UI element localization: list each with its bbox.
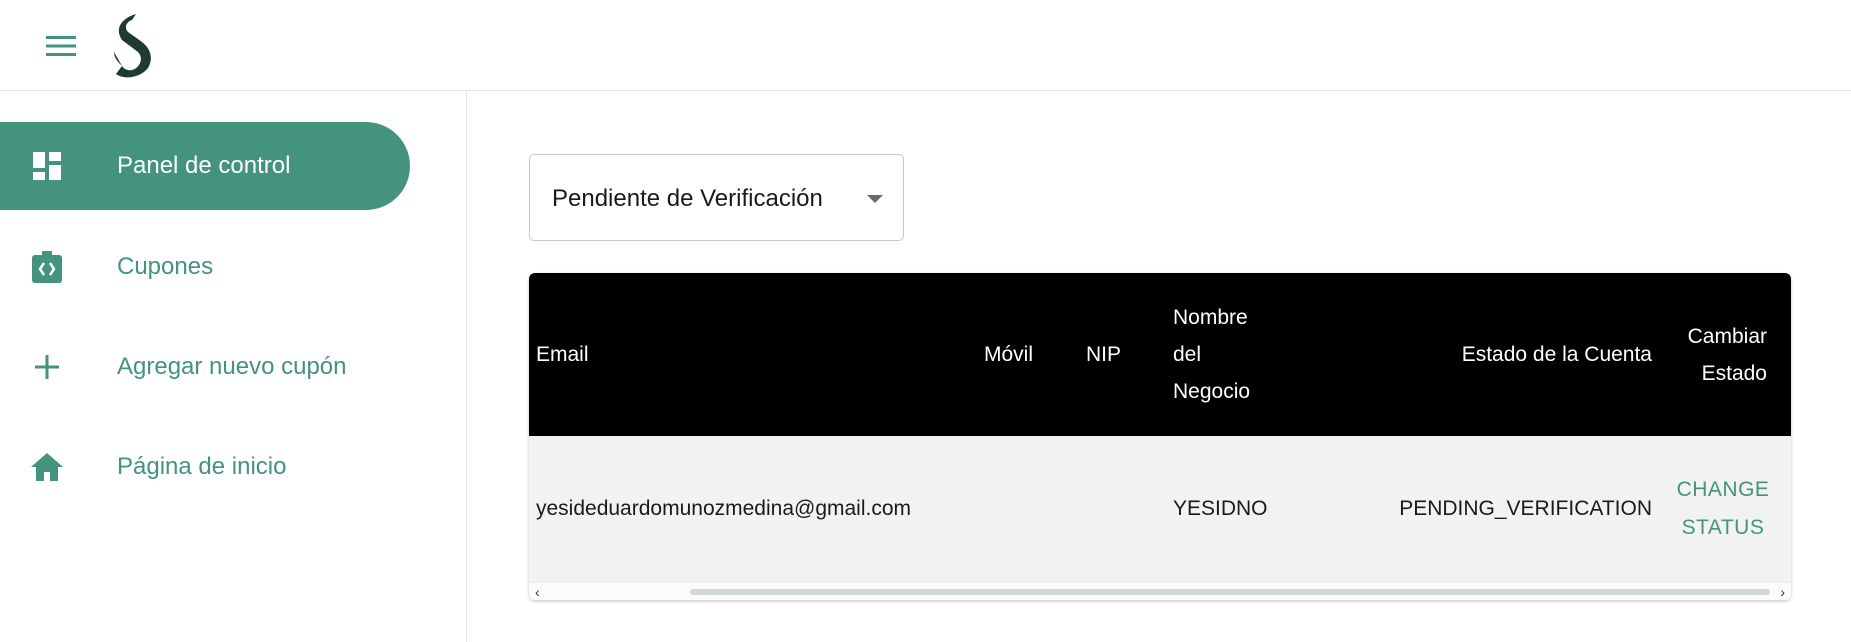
sidebar-item-label: Panel de control	[117, 152, 291, 179]
horizontal-scrollbar[interactable]: ‹ ›	[529, 582, 1791, 600]
home-icon	[30, 451, 64, 483]
brand-logo-icon[interactable]	[108, 12, 154, 78]
dropdown-caret-icon	[867, 195, 883, 203]
plus-icon	[30, 351, 64, 383]
accounts-table: Email Móvil NIP Nombre del Negocio Estad…	[529, 273, 1791, 600]
table-header: Email Móvil NIP Nombre del Negocio Estad…	[529, 273, 1791, 436]
cell-email: yesideduardomunozmedina@gmail.com	[536, 497, 912, 520]
top-app-bar	[0, 0, 1851, 91]
status-filter-select[interactable]: Pendiente de Verificación	[529, 154, 904, 241]
scroll-left-arrow-icon[interactable]: ‹	[535, 584, 540, 600]
sidebar: Panel de control Cupones Agregar nuevo c…	[0, 91, 467, 642]
sidebar-item-cupones[interactable]: Cupones	[0, 223, 410, 311]
sidebar-item-agregar-nuevo-cupon[interactable]: Agregar nuevo cupón	[0, 323, 410, 411]
column-header-mobile: Móvil	[984, 343, 1034, 366]
cell-account-status: PENDING_VERIFICATION	[1399, 497, 1652, 520]
column-header-account-status: Estado de la Cuenta	[1461, 343, 1652, 366]
scrollbar-thumb[interactable]	[690, 589, 1770, 595]
sidebar-item-label: Cupones	[117, 253, 214, 280]
change-status-button[interactable]: CHANGE STATUS	[1669, 436, 1777, 582]
sidebar-item-panel-de-control[interactable]: Panel de control	[0, 122, 410, 210]
column-header-email: Email	[536, 343, 589, 366]
column-header-business-name: Nombre del Negocio	[1173, 306, 1251, 403]
hamburger-menu-icon	[46, 36, 76, 56]
menu-button[interactable]	[38, 26, 84, 66]
column-header-change-status: Cambiar Estado	[1687, 324, 1767, 385]
cell-business-name: YESIDNO	[1173, 497, 1268, 520]
sidebar-item-label: Página de inicio	[117, 453, 287, 480]
table-row: yesideduardomunozmedina@gmail.com YESIDN…	[529, 436, 1791, 582]
sidebar-item-pagina-de-inicio[interactable]: Página de inicio	[0, 423, 410, 511]
status-filter-value: Pendiente de Verificación	[552, 185, 823, 212]
coupon-icon	[30, 251, 64, 283]
sidebar-item-label: Agregar nuevo cupón	[117, 353, 347, 380]
scroll-right-arrow-icon[interactable]: ›	[1780, 584, 1785, 600]
dashboard-icon	[30, 150, 64, 182]
column-header-nip: NIP	[1086, 343, 1122, 366]
